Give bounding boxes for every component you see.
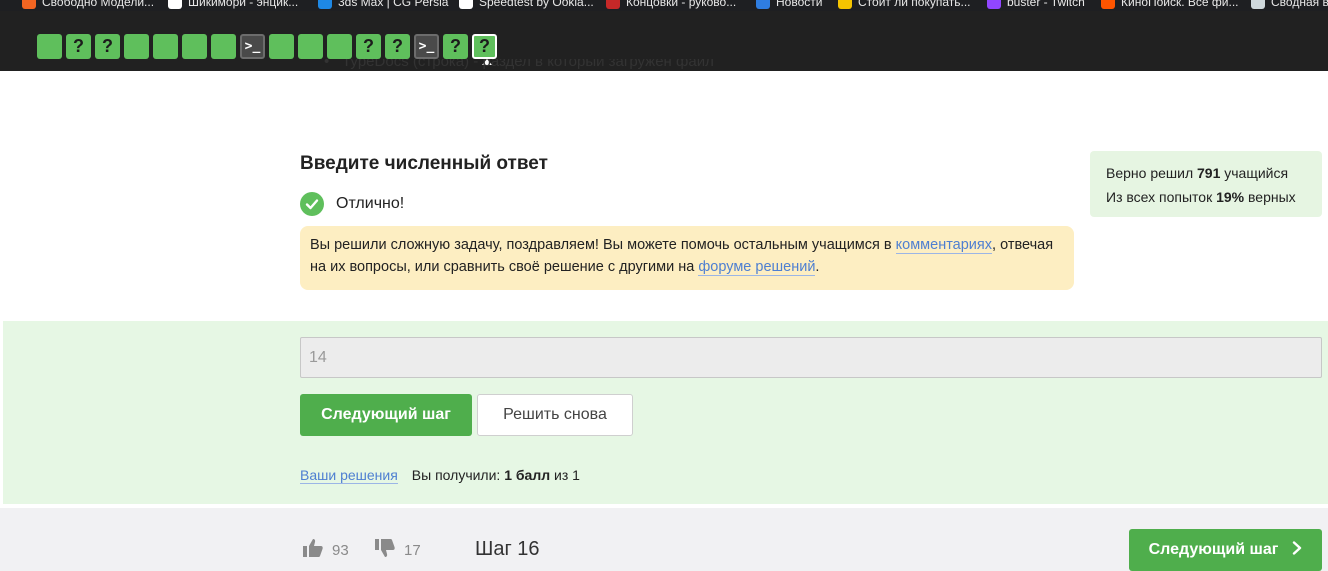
bookmark-favicon-icon [1101,0,1115,9]
thumbs-down-icon [374,537,396,563]
step-item[interactable]: ? [356,34,381,59]
bookmark-favicon-icon [606,0,620,9]
bookmark-item[interactable]: Концовки - руково... [606,0,736,9]
solved-count: 791 [1197,165,1221,181]
retry-button[interactable]: Решить снова [477,394,633,436]
bookmark-label: Шикимори - энцик... [188,0,299,9]
step-item-current[interactable]: ? [472,34,497,65]
bookmark-favicon-icon [459,0,473,9]
step-number: Шаг 16 [475,538,540,560]
my-solutions-link[interactable]: Ваши решения [300,467,398,484]
bookmark-favicon-icon [756,0,770,9]
bookmark-label: Speedtest by Ookla... [479,0,594,9]
task-heading: Введите численный ответ [300,153,548,174]
solved-count-line: Верно решил 791 учащийся [1106,161,1306,185]
success-rate-line: Из всех попыток 19% верных [1106,185,1306,209]
stats-label: Верно решил [1106,165,1194,181]
score-max: из 1 [554,467,580,483]
step-item[interactable]: >_ [414,34,439,59]
step-item[interactable] [153,34,178,59]
bookmark-item[interactable]: Свободно Модели... [22,0,154,9]
score-value: 1 балл [504,467,551,483]
score-row: Ваши решения Вы получили: 1 балл из 1 [300,467,580,484]
step-item[interactable] [182,34,207,59]
success-rate: 19% [1216,189,1245,205]
bookmark-favicon-icon [22,0,36,9]
step-item[interactable]: ? [95,34,120,59]
stats-label: верных [1248,189,1296,205]
bookmark-label: Стоит ли покупать... [858,0,971,9]
congrats-message: Вы решили сложную задачу, поздравляем! В… [300,226,1074,290]
step-item[interactable] [298,34,323,59]
congrats-text: . [815,259,820,275]
like-button[interactable]: 93 [302,537,349,563]
solutions-forum-link[interactable]: форуме решений [698,259,816,276]
likes-count: 93 [332,541,349,559]
footer-next-step-button[interactable]: Следующий шаг [1129,529,1322,571]
check-circle-icon [300,192,324,216]
chevron-right-icon [1292,540,1302,560]
bookmark-item[interactable]: buster - Twitch [987,0,1085,9]
score-text: Вы получили: 1 балл из 1 [412,467,580,483]
lesson-list-item: TypeDocs (строка) - раздел в который заг… [342,59,714,70]
step-item[interactable] [124,34,149,59]
next-step-button[interactable]: Следующий шаг [300,394,472,436]
bookmark-label: Сводная в... [1271,0,1328,9]
bookmark-item[interactable]: Стоит ли покупать... [838,0,971,9]
step-item[interactable]: >_ [240,34,265,59]
stats-label: учащийся [1224,165,1289,181]
result-status: Отлично! [300,192,404,216]
bookmark-favicon-icon [838,0,852,9]
bookmark-label: 3ds Max | CG Persia [338,0,449,9]
stats-label: Из всех попыток [1106,189,1213,205]
step-item[interactable]: ? [385,34,410,59]
bookmark-item[interactable]: КиноПоиск. Все фи... [1101,0,1239,9]
stats-panel: Верно решил 791 учащийся Из всех попыток… [1090,151,1322,217]
comments-link[interactable]: комментариях [895,237,993,254]
thumbs-up-icon [302,537,324,563]
bookmark-label: buster - Twitch [1007,0,1085,9]
bookmarks-bar: Свободно Модели... Шикимори - энцик... 3ds… [0,0,1328,11]
numeric-answer-input[interactable] [300,337,1322,378]
bookmark-item[interactable]: Шикимори - энцик... [168,0,298,9]
bookmark-label: Новости [776,0,823,9]
dislikes-count: 17 [404,541,421,559]
congrats-text: Вы решили сложную задачу, поздравляем! В… [310,237,896,253]
bookmark-item[interactable]: 3ds Max | CG Persia [318,0,448,9]
step-item[interactable] [269,34,294,59]
bookmark-favicon-icon [1251,0,1265,9]
bookmark-label: КиноПоиск. Все фи... [1121,0,1239,9]
bookmark-label: Свободно Модели... [42,0,155,9]
dislike-button[interactable]: 17 [374,537,421,563]
step-item[interactable] [211,34,236,59]
lesson-text-fragment: TypeDocs (строка) - раздел в который заг… [324,59,714,71]
bookmark-item[interactable]: Сводная в... [1251,0,1328,9]
bookmark-item[interactable]: Speedtest by Ookla... [459,0,594,9]
bookmark-favicon-icon [318,0,332,9]
score-label: Вы получили: [411,467,501,483]
bullet-icon: • [324,59,330,70]
bookmark-label: Концовки - руково... [626,0,737,9]
step-item[interactable] [37,34,62,59]
bookmark-item[interactable]: Новости [756,0,822,9]
bookmark-favicon-icon [168,0,182,9]
footer-next-label: Следующий шаг [1148,541,1279,558]
step-item[interactable]: ? [443,34,468,59]
step-item[interactable]: ? [66,34,91,59]
status-text: Отлично! [336,195,405,212]
bookmark-favicon-icon [987,0,1001,9]
step-item[interactable] [327,34,352,59]
